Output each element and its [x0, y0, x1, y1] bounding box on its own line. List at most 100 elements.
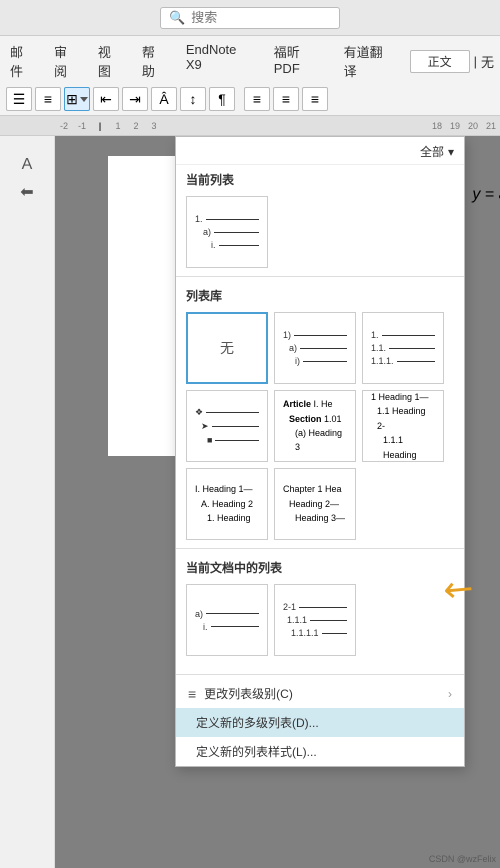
tab-view[interactable]: 视图	[94, 40, 128, 82]
ruler-mark: 3	[145, 121, 163, 131]
ruler-mark: 2	[127, 121, 145, 131]
sidebar-nav-icon[interactable]: ⬅	[20, 182, 33, 202]
watermark: CSDN @wzFelix	[429, 854, 496, 864]
library-grid: 无 1) a) i)	[176, 308, 464, 544]
chapter-line2: Heading 2—	[283, 497, 345, 511]
show-formatting-icon: ¶	[218, 91, 226, 107]
library-item-article[interactable]: Article I. He Section 1.01 (a) Heading 3	[274, 390, 356, 462]
library-item-numbered1[interactable]: 1) a) i)	[274, 312, 356, 384]
current-list-grid: 1. a) i.	[176, 192, 464, 272]
tab-mail[interactable]: 邮件	[6, 40, 40, 82]
align-right-button[interactable]: ≡	[302, 87, 328, 111]
tab-foxitpdf[interactable]: 福昕PDF	[270, 40, 330, 82]
show-formatting-button[interactable]: ¶	[209, 87, 235, 111]
ruler-mark: 18	[428, 121, 446, 131]
list-library-section-label: 列表库	[176, 281, 464, 308]
align-center-icon: ≡	[282, 91, 290, 107]
ribbon-tools-row: ☰ ≡ ⊞ ⇤ ⇥ Â ↕ ¶	[6, 87, 494, 111]
multilevel-list-dropdown: 全部 ▾ 当前列表 1. a) i.	[175, 136, 465, 767]
search-icon: 🔍	[169, 10, 185, 26]
multilevel-list-button[interactable]: ⊞	[64, 87, 90, 111]
current-doc-grid: a) i. 2-1 1.1.1	[176, 580, 464, 660]
library-item-symbols[interactable]: ❖ ➤ ■	[186, 390, 268, 462]
filter-label: 全部	[420, 143, 444, 160]
search-bar: 🔍	[0, 0, 500, 36]
style-selector[interactable]: 正文	[410, 50, 470, 73]
no-style-label: 无	[481, 52, 494, 71]
search-input[interactable]	[191, 10, 321, 25]
list-line-3: i.	[195, 240, 259, 250]
tab-endnote[interactable]: EndNote X9	[182, 40, 260, 82]
library-item-heading-num[interactable]: 1 Heading 1— 1.1 Heading 2- 1.1.1 Headin…	[362, 390, 444, 462]
left-sidebar: A ⬅	[0, 136, 55, 868]
current-doc-item-1[interactable]: a) i.	[186, 584, 268, 656]
current-list-item[interactable]: 1. a) i.	[186, 196, 268, 268]
tab-help[interactable]: 帮助	[138, 40, 172, 82]
section-divider-2	[176, 548, 464, 549]
library-item-numbered2[interactable]: 1. 1.1. 1.1.1.	[362, 312, 444, 384]
list-line-2: a)	[195, 227, 259, 237]
format-text-button[interactable]: Â	[151, 87, 177, 111]
indent-increase-button[interactable]: ⇥	[122, 87, 148, 111]
library-item-outline1[interactable]: I. Heading 1— A. Heading 2 1. Heading	[186, 468, 268, 540]
define-new-multilevel-label: 定义新的多级列表(D)...	[196, 714, 319, 731]
outline1-line1: I. Heading 1—	[195, 482, 253, 496]
list-unordered-icon: ☰	[13, 91, 26, 108]
document-area: y = a 全部 ▾ 当前列表 1. a)	[55, 136, 500, 868]
ruler-mark: 20	[464, 121, 482, 131]
chapter-line3: Heading 3—	[283, 511, 345, 525]
sidebar-text-icon[interactable]: A	[22, 156, 33, 174]
heading-num-line1: 1 Heading 1—	[371, 390, 435, 404]
library-item-chapter[interactable]: Chapter 1 Hea Heading 2— Heading 3—	[274, 468, 356, 540]
align-center-button[interactable]: ≡	[273, 87, 299, 111]
outline1-line3: 1. Heading	[195, 511, 253, 525]
article-line2: Section 1.01	[283, 412, 347, 426]
heading-num-line3: 1.1.1 Heading	[371, 433, 435, 462]
define-new-multilevel-menu[interactable]: 定义新的多级列表(D)...	[176, 708, 464, 737]
article-line1: Article I. He	[283, 397, 347, 411]
search-input-wrapper[interactable]: 🔍	[160, 7, 340, 29]
align-left-icon: ≡	[253, 91, 261, 107]
multilevel-dropdown-arrow	[80, 97, 88, 102]
indent-decrease-icon: ⇤	[100, 91, 112, 108]
multilevel-list-icon: ⊞	[66, 91, 78, 108]
article-line3: (a) Heading 3	[283, 426, 347, 455]
align-left-button[interactable]: ≡	[244, 87, 270, 111]
ribbon-right: 正文 | 无	[410, 40, 494, 82]
indent-increase-icon: ⇥	[129, 91, 141, 108]
ruler-mark: 21	[482, 121, 500, 131]
ribbon-tabs: 邮件 审阅 视图 帮助 EndNote X9 福昕PDF 有道翻译 正文 | 无	[6, 40, 494, 84]
align-right-icon: ≡	[311, 91, 319, 107]
tab-review[interactable]: 审阅	[50, 40, 84, 82]
ruler-mark: -1	[73, 121, 91, 131]
section-divider	[176, 276, 464, 277]
current-doc-section-label: 当前文档中的列表	[176, 553, 464, 580]
format-text-icon: Â	[159, 91, 168, 107]
tab-youdao[interactable]: 有道翻译	[340, 40, 400, 82]
indent-decrease-button[interactable]: ⇤	[93, 87, 119, 111]
list-unordered-button[interactable]: ☰	[6, 87, 32, 111]
sort-button[interactable]: ↕	[180, 87, 206, 111]
change-list-level-menu[interactable]: ≡ 更改列表级别(C) ›	[176, 679, 464, 708]
ruler-mark: 19	[446, 121, 464, 131]
change-list-level-arrow: ›	[448, 687, 452, 701]
ruler-mark: 1	[109, 121, 127, 131]
define-new-list-style-menu[interactable]: 定义新的列表样式(L)...	[176, 737, 464, 766]
current-list-section-label: 当前列表	[176, 165, 464, 192]
outline1-line2: A. Heading 2	[195, 497, 253, 511]
ruler: -2 -1 | 1 2 3 18 19 20 21	[0, 116, 500, 136]
filter-dropdown-icon: ▾	[448, 145, 454, 159]
library-item-none[interactable]: 无	[186, 312, 268, 384]
current-doc-item-2[interactable]: 2-1 1.1.1 1.1.1.1	[274, 584, 356, 656]
list-ordered-icon: ≡	[44, 91, 52, 107]
change-list-level-icon: ≡	[188, 686, 196, 702]
filter-selector[interactable]: 全部 ▾	[420, 143, 454, 160]
list-line-1: 1.	[195, 214, 259, 224]
heading-num-line2: 1.1 Heading 2-	[371, 404, 435, 433]
ruler-mark: |	[91, 121, 109, 131]
list-ordered-button[interactable]: ≡	[35, 87, 61, 111]
style-divider: |	[474, 54, 477, 69]
sort-icon: ↕	[190, 91, 197, 107]
main-area: A ⬅ y = a 全部 ▾ 当前列表	[0, 136, 500, 868]
ribbon: 邮件 审阅 视图 帮助 EndNote X9 福昕PDF 有道翻译 正文 | 无…	[0, 36, 500, 116]
